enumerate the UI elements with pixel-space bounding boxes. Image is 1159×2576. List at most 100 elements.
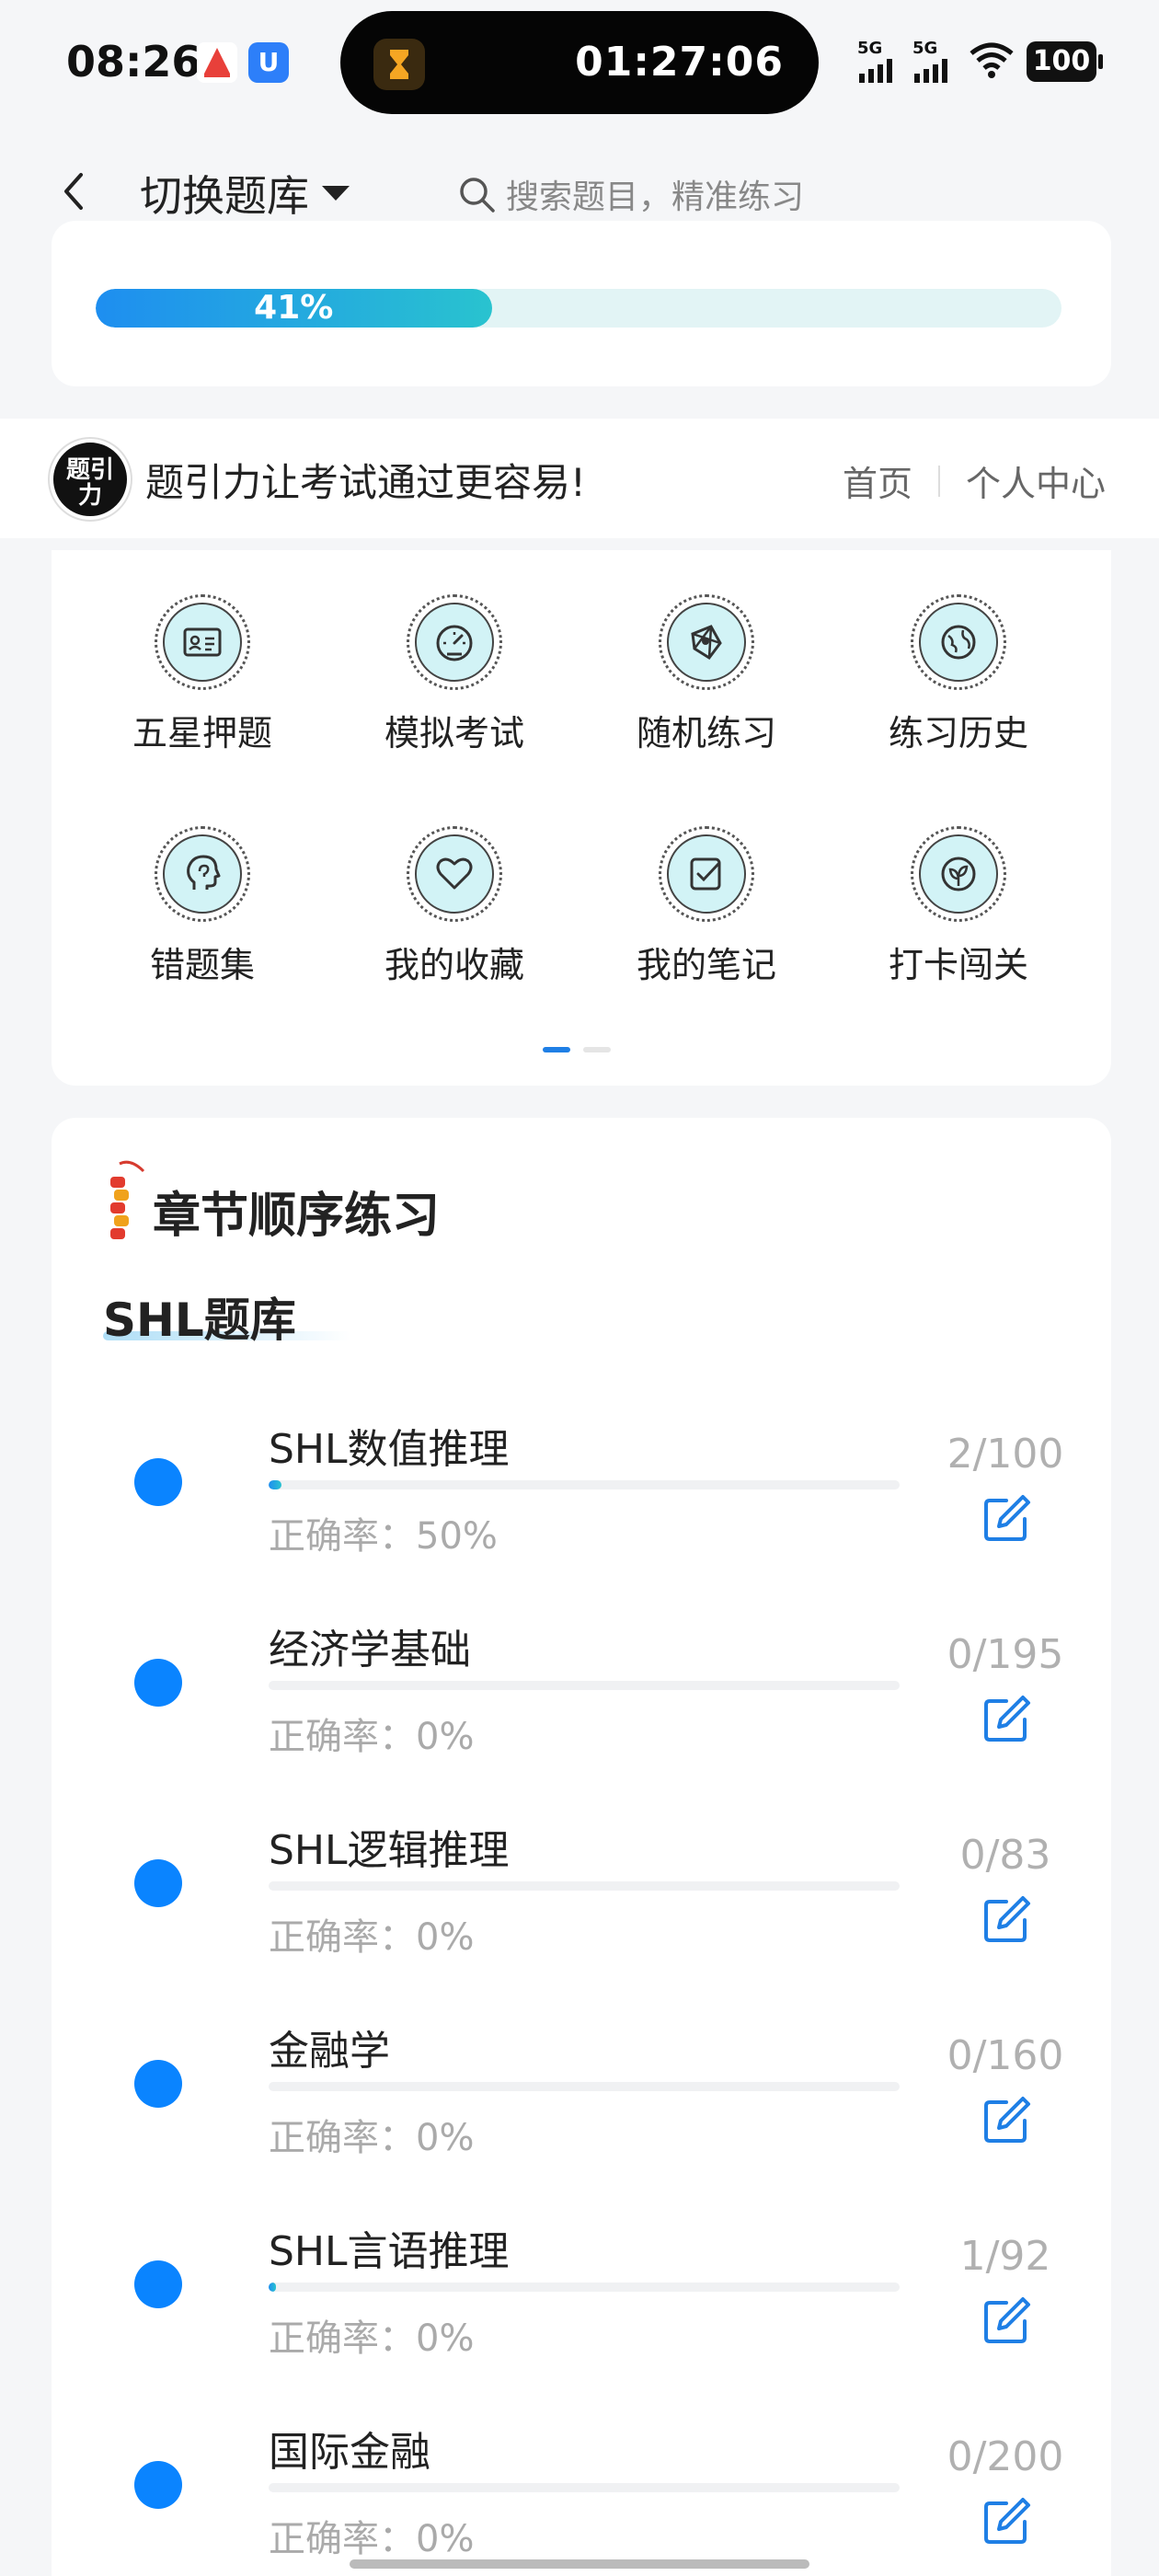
chapter-count: 1/92 [959, 2233, 1051, 2280]
chapter-row[interactable]: 金融学正确率：0% 0/160 [52, 1995, 1111, 2196]
chapter-bullet [134, 1859, 182, 1907]
status-time: 08:26 [66, 37, 201, 86]
id-card-icon [155, 594, 250, 690]
personal-center-link[interactable]: 个人中心 [966, 455, 1106, 506]
chapter-row[interactable]: SHL言语推理正确率：0% 1/92 [52, 2196, 1111, 2397]
cellular-signal-icon: 5G [912, 40, 957, 83]
feature-grid-card: 五星押题 模拟考试 随机练习 练习历史 错题集 我的收藏 我的笔记 打卡闯关 [52, 550, 1111, 1086]
network-type-label: 5G [912, 39, 938, 58]
divider [937, 465, 940, 497]
chapter-progress-bar [269, 2082, 900, 2091]
chapter-progress-fill [269, 1480, 281, 1489]
network-icon [659, 594, 754, 690]
back-button[interactable] [48, 164, 103, 219]
home-link[interactable]: 首页 [843, 455, 912, 506]
edit-icon [984, 1896, 1030, 1942]
grid-item-history[interactable]: 练习历史 [866, 594, 1050, 755]
chapter-progress-bar [269, 2483, 900, 2492]
home-indicator[interactable] [350, 2559, 809, 2569]
brand-slogan: 题引力让考试通过更容易! [145, 460, 586, 505]
chapter-row[interactable]: SHL逻辑推理 正确率：0% 0/83 [52, 1795, 1111, 1995]
chapter-row[interactable]: SHL数值推理 正确率：50% 2/100 [52, 1394, 1111, 1594]
chapter-row[interactable]: 国际金融正确率：0% 0/200 [52, 2397, 1111, 2576]
chapter-name: 国际金融 [269, 2429, 430, 2476]
battery-indicator: 100 [1027, 41, 1103, 82]
chapter-name: SHL言语推理 [269, 2228, 510, 2275]
grid-item-label: 五星押题 [132, 713, 272, 753]
grid-item-label: 我的笔记 [636, 945, 776, 985]
logo-text: 题引 [65, 456, 114, 484]
bank-title: SHL题库 [103, 1294, 296, 1347]
edit-icon [984, 2498, 1030, 2544]
grid-item-check-in[interactable]: 打卡闯关 [866, 826, 1050, 987]
practice-button[interactable] [979, 1892, 1034, 1948]
brand-logo: 题引 力 [50, 439, 131, 520]
pager-dot[interactable] [543, 1047, 570, 1052]
practice-button[interactable] [979, 1692, 1034, 1747]
chapter-practice-card: 章节顺序练习 SHL题库 SHL数值推理 正确率：50% 2/100 经济学基础 正确率… [52, 1118, 1111, 2576]
practice-button[interactable] [979, 1491, 1034, 1547]
practice-button[interactable] [979, 2294, 1034, 2349]
chapter-bullet [134, 1659, 182, 1707]
pager-dot[interactable] [583, 1047, 611, 1052]
chapter-accuracy: 正确率：0% [269, 2117, 475, 2159]
chapter-progress-bar [269, 1480, 900, 1489]
chapter-count: 0/160 [947, 2032, 1064, 2079]
dynamic-island[interactable]: 01:27:06 [340, 11, 819, 114]
status-bar: 08:26 U 01:27:06 5G 5G 100 [0, 0, 1159, 129]
chapter-accuracy: 正确率：0% [269, 1916, 475, 1959]
chapter-name: 金融学 [269, 2028, 390, 2075]
chapter-name: 经济学基础 [269, 1627, 471, 1673]
brand-bar: 题引 力 题引力让考试通过更容易! 首页 个人中心 [0, 419, 1159, 538]
chapter-progress-fill [269, 2283, 277, 2292]
chapter-bullet [134, 2060, 182, 2108]
grid-item-mock-exam[interactable]: 模拟考试 [362, 594, 546, 755]
chapter-bullet [134, 2461, 182, 2509]
chapter-accuracy: 正确率：0% [269, 2518, 475, 2560]
chapter-progress-bar [269, 1681, 900, 1690]
app-notification-icon [197, 42, 237, 83]
chapter-bullet [134, 1458, 182, 1506]
grid-item-random-practice[interactable]: 随机练习 [614, 594, 798, 755]
practice-button[interactable] [979, 2494, 1034, 2549]
grid-item-favorites[interactable]: 我的收藏 [362, 826, 546, 987]
gauge-icon [407, 594, 502, 690]
status-indicators: 5G 5G 100 [857, 39, 1103, 85]
overall-progress-card: 41% [52, 221, 1111, 386]
head-icon [155, 826, 250, 922]
wifi-icon [968, 40, 1016, 83]
practice-button[interactable] [979, 2093, 1034, 2148]
grid-item-label: 练习历史 [888, 713, 1028, 753]
grid-item-five-star[interactable]: 五星押题 [110, 594, 294, 755]
logo-text: 力 [77, 482, 102, 510]
chapter-count: 0/200 [947, 2433, 1064, 2480]
chevron-left-icon [64, 173, 83, 210]
network-type-label: 5G [857, 39, 883, 58]
chapter-progress-bar [269, 2283, 900, 2292]
chapter-count: 0/195 [947, 1631, 1064, 1678]
search-icon [460, 178, 495, 213]
switch-bank-label: 切换题库 [140, 171, 309, 221]
firecracker-icon [110, 1160, 145, 1239]
switch-bank-dropdown[interactable]: 切换题库 [140, 166, 351, 221]
top-links: 首页 个人中心 [843, 455, 1106, 506]
globe-icon [911, 594, 1006, 690]
edit-icon [984, 2297, 1030, 2343]
app-shield-icon: U [248, 42, 289, 83]
grid-item-label: 打卡闯关 [888, 945, 1028, 985]
overall-progress-label: 41% [254, 289, 334, 327]
pager-dots [543, 1047, 611, 1052]
grid-item-wrong-questions[interactable]: 错题集 [110, 826, 294, 987]
chapter-name: SHL逻辑推理 [269, 1827, 510, 1874]
hourglass-icon [373, 39, 425, 90]
grid-item-label: 错题集 [149, 945, 255, 985]
search-input[interactable]: 搜索题目，精准练习 [432, 158, 1113, 230]
chapter-accuracy: 正确率：0% [269, 2317, 475, 2360]
section-title: 章节顺序练习 [153, 1189, 441, 1244]
grid-item-notes[interactable]: 我的笔记 [614, 826, 798, 987]
chapter-row[interactable]: 经济学基础 正确率：0% 0/195 [52, 1594, 1111, 1795]
chapter-accuracy: 正确率：50% [269, 1515, 498, 1558]
grid-item-label: 随机练习 [636, 713, 776, 753]
note-check-icon [659, 826, 754, 922]
edit-icon [984, 1495, 1030, 1541]
